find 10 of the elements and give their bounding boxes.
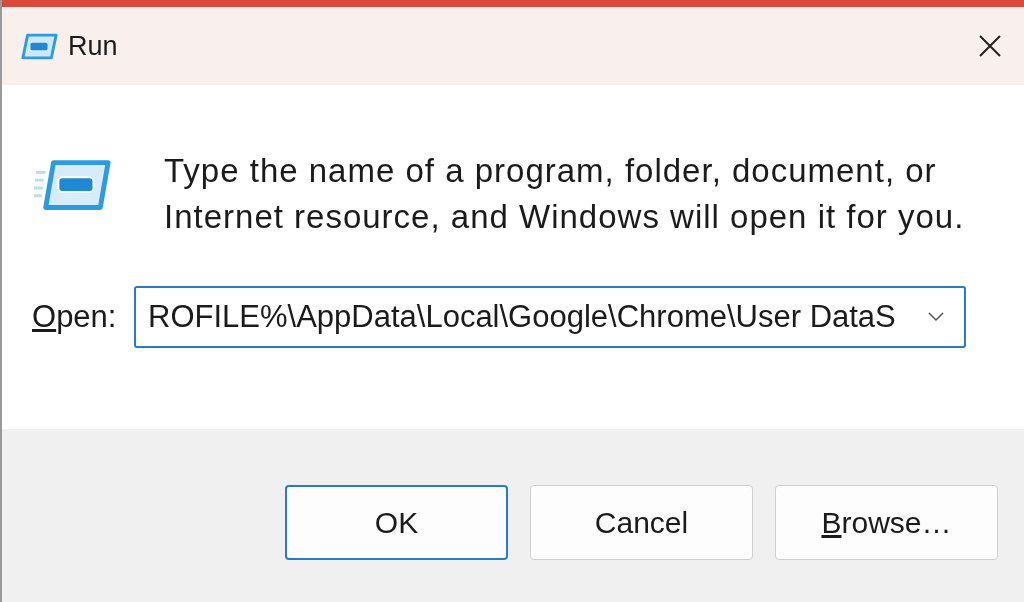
chevron-down-icon[interactable] [928,312,944,322]
cancel-button[interactable]: Cancel [530,485,753,560]
run-icon [20,32,58,60]
window-title: Run [68,30,119,62]
close-icon[interactable] [978,34,1002,58]
open-label: Open: [31,299,118,335]
open-combo-box[interactable]: ROFILE%\AppData\Local\Google\Chrome\User DataS [134,286,966,348]
browse-button[interactable]: Browse… [775,485,998,560]
instruction-text: Type the name of a program, folder, document, or Internet resource, and Windows will open it for you. [164,151,966,237]
ok-button[interactable]: OK [285,485,508,560]
